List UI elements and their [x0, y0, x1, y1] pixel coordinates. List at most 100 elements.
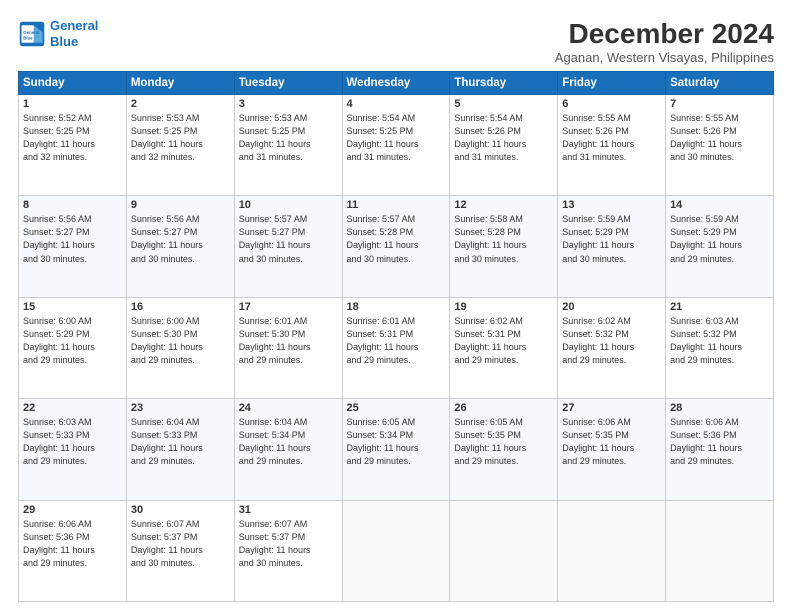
cell-text-line: Sunrise: 5:57 AM [239, 213, 338, 226]
calendar-cell [666, 500, 774, 601]
week-row-4: 22Sunrise: 6:03 AMSunset: 5:33 PMDayligh… [19, 399, 774, 500]
cell-text-line: Sunrise: 6:05 AM [454, 416, 553, 429]
cell-text-line: Sunset: 5:27 PM [23, 226, 122, 239]
calendar-table: SundayMondayTuesdayWednesdayThursdayFrid… [18, 71, 774, 602]
calendar-cell: 5Sunrise: 5:54 AMSunset: 5:26 PMDaylight… [450, 95, 558, 196]
calendar-cell: 13Sunrise: 5:59 AMSunset: 5:29 PMDayligh… [558, 196, 666, 297]
calendar-cell: 4Sunrise: 5:54 AMSunset: 5:25 PMDaylight… [342, 95, 450, 196]
calendar-cell: 22Sunrise: 6:03 AMSunset: 5:33 PMDayligh… [19, 399, 127, 500]
cell-text-line: and 30 minutes. [562, 253, 661, 266]
cell-text-line: Daylight: 11 hours [239, 442, 338, 455]
day-number: 7 [670, 98, 769, 110]
calendar-cell: 6Sunrise: 5:55 AMSunset: 5:26 PMDaylight… [558, 95, 666, 196]
calendar-cell: 27Sunrise: 6:06 AMSunset: 5:35 PMDayligh… [558, 399, 666, 500]
calendar-cell: 28Sunrise: 6:06 AMSunset: 5:36 PMDayligh… [666, 399, 774, 500]
logo-text: General Blue [50, 18, 98, 49]
cell-text-line: Sunrise: 5:54 AM [454, 112, 553, 125]
calendar-cell: 8Sunrise: 5:56 AMSunset: 5:27 PMDaylight… [19, 196, 127, 297]
svg-text:General: General [23, 30, 39, 35]
cell-text-line: Sunset: 5:28 PM [347, 226, 446, 239]
cell-text-line: Sunset: 5:26 PM [562, 125, 661, 138]
cell-text-line: and 31 minutes. [347, 151, 446, 164]
week-row-5: 29Sunrise: 6:06 AMSunset: 5:36 PMDayligh… [19, 500, 774, 601]
cell-text-line: Sunrise: 5:56 AM [23, 213, 122, 226]
cell-text-line: Daylight: 11 hours [23, 341, 122, 354]
cell-text-line: and 29 minutes. [131, 455, 230, 468]
weekday-header-tuesday: Tuesday [234, 72, 342, 95]
weekday-header-wednesday: Wednesday [342, 72, 450, 95]
cell-text-line: Sunrise: 6:01 AM [347, 315, 446, 328]
cell-text-line: Sunrise: 5:54 AM [347, 112, 446, 125]
cell-text-line: Daylight: 11 hours [131, 442, 230, 455]
cell-text-line: Sunset: 5:25 PM [23, 125, 122, 138]
header: General Blue General Blue December 2024 … [18, 18, 774, 65]
cell-text-line: and 29 minutes. [454, 354, 553, 367]
day-number: 3 [239, 98, 338, 110]
cell-text-line: Sunset: 5:25 PM [131, 125, 230, 138]
calendar-cell: 29Sunrise: 6:06 AMSunset: 5:36 PMDayligh… [19, 500, 127, 601]
cell-text-line: and 30 minutes. [23, 253, 122, 266]
logo-line1: General [50, 18, 98, 33]
cell-text-line: and 29 minutes. [239, 455, 338, 468]
weekday-header-row: SundayMondayTuesdayWednesdayThursdayFrid… [19, 72, 774, 95]
calendar-cell: 19Sunrise: 6:02 AMSunset: 5:31 PMDayligh… [450, 297, 558, 398]
cell-text-line: Daylight: 11 hours [347, 442, 446, 455]
cell-text-line: Sunrise: 6:00 AM [23, 315, 122, 328]
cell-text-line: Daylight: 11 hours [23, 138, 122, 151]
cell-text-line: Daylight: 11 hours [131, 341, 230, 354]
cell-text-line: and 29 minutes. [454, 455, 553, 468]
calendar-cell: 12Sunrise: 5:58 AMSunset: 5:28 PMDayligh… [450, 196, 558, 297]
day-number: 28 [670, 402, 769, 414]
cell-text-line: and 30 minutes. [239, 253, 338, 266]
cell-text-line: Daylight: 11 hours [562, 138, 661, 151]
svg-text:Blue: Blue [23, 35, 33, 40]
cell-text-line: Sunrise: 6:07 AM [131, 518, 230, 531]
weekday-header-saturday: Saturday [666, 72, 774, 95]
cell-text-line: Sunset: 5:25 PM [239, 125, 338, 138]
cell-text-line: Sunset: 5:26 PM [670, 125, 769, 138]
cell-text-line: and 29 minutes. [347, 455, 446, 468]
cell-text-line: Daylight: 11 hours [347, 341, 446, 354]
cell-text-line: and 32 minutes. [131, 151, 230, 164]
cell-text-line: Sunset: 5:28 PM [454, 226, 553, 239]
cell-text-line: Sunrise: 6:06 AM [670, 416, 769, 429]
calendar-cell: 11Sunrise: 5:57 AMSunset: 5:28 PMDayligh… [342, 196, 450, 297]
day-number: 5 [454, 98, 553, 110]
cell-text-line: Sunset: 5:29 PM [562, 226, 661, 239]
calendar-cell [342, 500, 450, 601]
cell-text-line: Sunset: 5:35 PM [562, 429, 661, 442]
day-number: 6 [562, 98, 661, 110]
cell-text-line: Sunrise: 6:04 AM [239, 416, 338, 429]
cell-text-line: Daylight: 11 hours [239, 341, 338, 354]
day-number: 18 [347, 301, 446, 313]
cell-text-line: Daylight: 11 hours [562, 239, 661, 252]
day-number: 4 [347, 98, 446, 110]
cell-text-line: Sunset: 5:36 PM [23, 531, 122, 544]
cell-text-line: Daylight: 11 hours [23, 239, 122, 252]
day-number: 20 [562, 301, 661, 313]
cell-text-line: and 29 minutes. [347, 354, 446, 367]
cell-text-line: Sunrise: 5:56 AM [131, 213, 230, 226]
cell-text-line: Sunrise: 5:55 AM [670, 112, 769, 125]
day-number: 27 [562, 402, 661, 414]
calendar-cell: 30Sunrise: 6:07 AMSunset: 5:37 PMDayligh… [126, 500, 234, 601]
calendar-cell: 15Sunrise: 6:00 AMSunset: 5:29 PMDayligh… [19, 297, 127, 398]
day-number: 23 [131, 402, 230, 414]
cell-text-line: Daylight: 11 hours [131, 239, 230, 252]
cell-text-line: Sunrise: 6:07 AM [239, 518, 338, 531]
calendar-cell: 1Sunrise: 5:52 AMSunset: 5:25 PMDaylight… [19, 95, 127, 196]
cell-text-line: Daylight: 11 hours [239, 239, 338, 252]
cell-text-line: and 29 minutes. [23, 354, 122, 367]
cell-text-line: Sunrise: 5:59 AM [562, 213, 661, 226]
cell-text-line: Sunset: 5:37 PM [131, 531, 230, 544]
cell-text-line: Sunrise: 6:03 AM [23, 416, 122, 429]
cell-text-line: Sunrise: 6:02 AM [454, 315, 553, 328]
location: Aganan, Western Visayas, Philippines [555, 50, 774, 65]
calendar-cell: 31Sunrise: 6:07 AMSunset: 5:37 PMDayligh… [234, 500, 342, 601]
day-number: 10 [239, 199, 338, 211]
day-number: 14 [670, 199, 769, 211]
cell-text-line: Sunset: 5:31 PM [454, 328, 553, 341]
calendar-cell: 24Sunrise: 6:04 AMSunset: 5:34 PMDayligh… [234, 399, 342, 500]
cell-text-line: Sunset: 5:32 PM [670, 328, 769, 341]
cell-text-line: Sunrise: 5:52 AM [23, 112, 122, 125]
